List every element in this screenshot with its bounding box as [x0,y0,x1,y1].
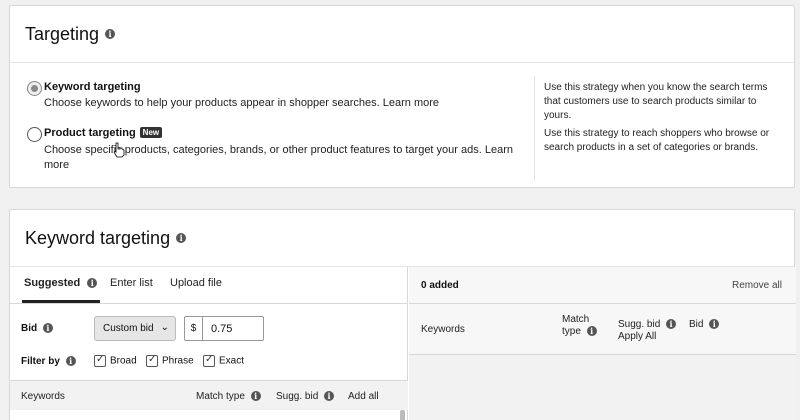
added-col-keywords: Keywords [421,324,465,335]
tab-suggested[interactable]: Suggested i [24,277,98,289]
keyword-tabs: Suggested i Enter list Upload file [10,267,408,304]
info-icon[interactable]: i [324,391,335,402]
keyword-targeting-panel: Keyword targeting i Suggested i Enter li… [9,209,796,420]
filter-phrase-label: Phrase [162,355,194,367]
add-all-button[interactable]: Add all [348,391,379,402]
checkbox-icon[interactable] [94,354,106,367]
product-note-line2: search products in a set of categories o… [544,142,759,153]
keyword-note-line3: yours. [544,110,572,121]
suggested-keywords-column: Suggested i Enter list Upload file Bid i… [10,267,408,420]
added-col-match-line2: type [562,326,581,337]
hand-cursor-icon [113,142,125,158]
filter-label: Filter by [21,356,60,367]
product-targeting-label-wrap: Product targeting New [44,127,163,139]
targeting-header: Targeting i [10,6,794,63]
filter-broad-checkbox[interactable]: Broad [94,354,137,367]
added-col-match-line1: Match [562,314,590,325]
bid-type-value: Custom bid [103,323,154,334]
info-icon[interactable]: i [666,319,677,330]
filter-exact-checkbox[interactable]: Exact [203,354,245,367]
info-icon[interactable]: i [250,391,261,402]
keyword-targeting-desc: Choose keywords to help your products ap… [44,96,524,111]
info-icon[interactable]: i [105,29,116,39]
filter-phrase-checkbox[interactable]: Phrase [146,354,194,367]
added-col-sugg-bid: Sugg. bid i Apply All [618,319,677,343]
info-icon[interactable]: i [65,356,76,367]
info-icon[interactable]: i [42,323,53,334]
targeting-title: Targeting [25,23,100,44]
chevron-down-icon: ⌄ [160,322,169,333]
product-targeting-desc-text: Choose specific products, categories, br… [44,144,482,156]
bid-label-wrap: Bid i [21,323,53,334]
keyword-targeting-header: Keyword targeting i [10,210,794,267]
scrollbar[interactable] [400,410,405,420]
keyword-targeting-label: Keyword targeting [44,81,141,93]
apply-all-button[interactable]: Apply All [618,331,656,342]
info-icon[interactable]: i [586,326,597,337]
keyword-strategy-note: Use this strategy when you know the sear… [544,81,784,123]
checkbox-icon[interactable] [203,354,215,367]
info-icon[interactable]: i [87,278,98,289]
targeting-panel: Targeting i Keyword targeting Choose key… [9,5,795,188]
added-table-header: Keywords Match type i Sugg. bid i Apply … [409,304,796,355]
col-sugg-bid: Sugg. bid i [276,391,335,402]
col-keywords: Keywords [21,391,65,402]
keyword-learn-more-link[interactable]: Learn more [383,97,439,109]
col-match-type-label: Match type [196,391,245,402]
bid-value: 0.75 [211,323,233,335]
bid-type-select[interactable]: Custom bid ⌄ [94,316,176,341]
added-count: 0 added [421,280,459,291]
added-col-sugg-bid-label: Sugg. bid [618,319,661,330]
currency-symbol: $ [185,317,203,340]
keyword-targeting-radio[interactable] [27,81,42,96]
added-col-bid: Bid i [689,319,720,331]
new-badge: New [139,127,163,138]
keyword-note-line2: that customers use to search products si… [544,96,757,107]
info-icon[interactable]: i [176,233,187,243]
added-header: 0 added Remove all [409,267,796,304]
bid-input[interactable]: $ 0.75 [184,316,264,341]
product-learn-link-text: Learn [484,144,513,156]
col-sugg-bid-label: Sugg. bid [276,391,319,402]
filter-exact-label: Exact [219,355,245,367]
product-note-line1: Use this strategy to reach shoppers who … [544,128,770,139]
tab-enter-list[interactable]: Enter list [110,277,153,289]
active-tab-indicator [22,300,100,303]
info-icon[interactable]: i [709,319,720,330]
keyword-targeting-desc-text: Choose keywords to help your products ap… [44,97,380,109]
suggested-table-header: Keywords Match type i Sugg. bid i Add al… [10,380,408,410]
added-keywords-column: 0 added Remove all Keywords Match type i… [409,267,796,420]
product-strategy-note: Use this strategy to reach shoppers who … [544,127,784,155]
tab-suggested-label: Suggested [24,277,81,289]
checkbox-icon[interactable] [146,354,158,367]
product-targeting-label: Product targeting [44,127,136,139]
bid-label: Bid [21,323,38,334]
remove-all-button[interactable]: Remove all [732,280,782,291]
added-col-match-type: Match type i [562,314,597,338]
keyword-targeting-title: Keyword targeting [25,227,171,248]
filter-label-wrap: Filter by i [21,356,76,367]
tab-upload-file[interactable]: Upload file [170,277,222,289]
product-learn-link-more: more [44,159,70,171]
keyword-note-line1: Use this strategy when you know the sear… [544,82,768,93]
col-match-type: Match type i [196,391,261,402]
filter-broad-label: Broad [110,355,137,367]
added-col-bid-label: Bid [689,319,704,330]
product-targeting-radio[interactable] [27,127,42,142]
targeting-divider [534,76,535,181]
